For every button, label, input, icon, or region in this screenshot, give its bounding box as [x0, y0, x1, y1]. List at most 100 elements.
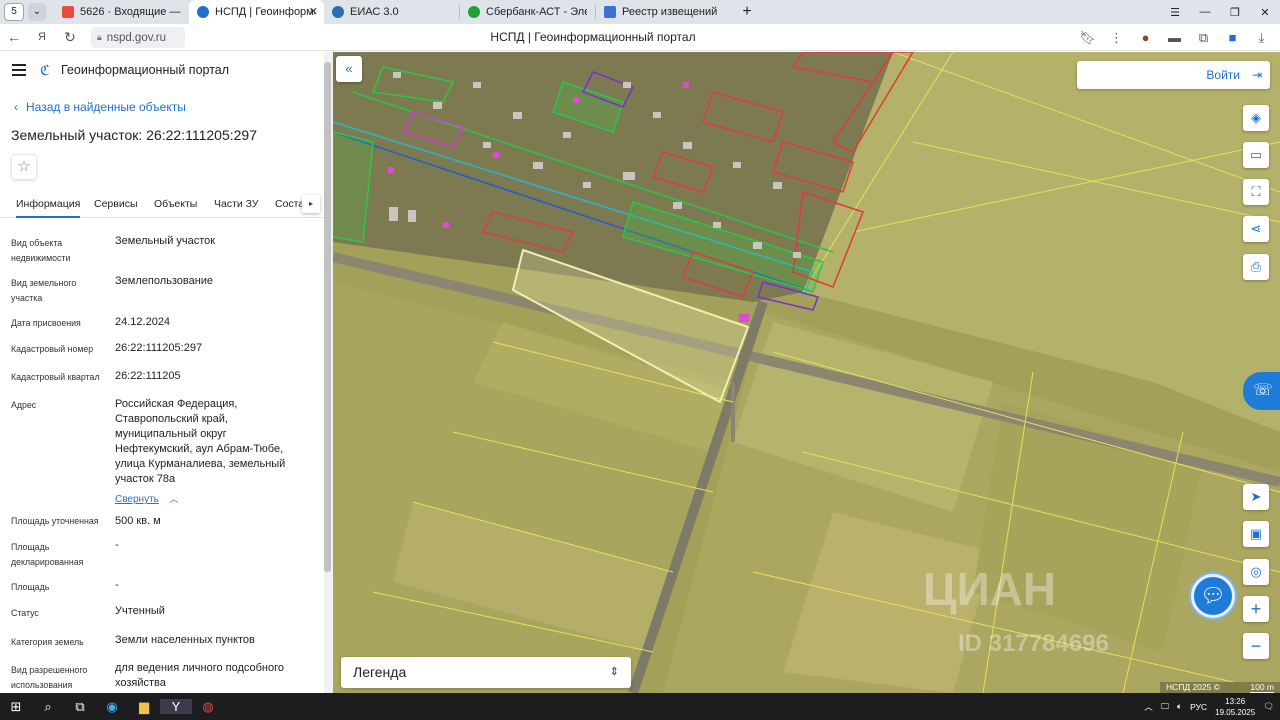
zoom-out-button[interactable]: − [1243, 633, 1269, 659]
tab-label: НСПД | Геоинформационный [215, 6, 315, 18]
measure-button[interactable]: ▭ [1243, 142, 1269, 168]
layers-icon: ◈ [1251, 110, 1261, 125]
clock-time: 13:26 [1225, 696, 1246, 706]
help-button[interactable]: ☏ [1243, 372, 1280, 410]
tray-chevron-icon[interactable]: ︿ [1144, 701, 1153, 713]
field-value: 26:22:111205:297 [115, 342, 203, 354]
location-pin-icon: ◎ [1250, 564, 1262, 579]
keyboard-language[interactable]: РУС [1190, 702, 1207, 712]
browser-tab-sberbank[interactable]: Сбербанк-АСТ - Электронн [460, 0, 595, 24]
clock-date: 19.05.2025 [1215, 707, 1256, 717]
map-view[interactable]: ЦИАН ID 317784696 « Войти ⇥ ◈ ▭ ⛶ ⋖ ⎙ ☏ … [333, 52, 1280, 693]
mail-icon [62, 6, 74, 18]
chat-button[interactable]: 💬︎ [1191, 574, 1235, 618]
download-icon[interactable]: ⤓ [1247, 27, 1276, 48]
field-value: для ведения личного подсобного хозяйства [115, 662, 285, 689]
extension-hat-icon[interactable]: ▬ [1160, 27, 1189, 48]
more-icon[interactable]: ⋮ [1102, 27, 1131, 48]
restore-icon[interactable]: ❐ [1220, 6, 1250, 19]
watermark-id-text: ID 317784696 [958, 630, 1109, 657]
legend-panel[interactable]: Легенда ⇕ [341, 657, 631, 688]
clock[interactable]: 13:26 19.05.2025 [1215, 696, 1255, 718]
tab-composition[interactable]: Соста [275, 198, 304, 210]
browser-menu-icon[interactable]: ☰ [1160, 6, 1190, 19]
object-tabs: Информация Сервисы Объекты Части ЗУ Сост… [0, 190, 324, 218]
tab-land-parts[interactable]: Части ЗУ [214, 198, 259, 210]
login-button[interactable]: Войти ⇥ [1077, 61, 1270, 89]
extension-badge-icon[interactable]: ■ [1218, 27, 1247, 48]
minimap-button[interactable]: ▣ [1243, 521, 1269, 547]
extension-icon[interactable]: ● [1131, 27, 1160, 48]
browser-tab-bar: 5 ⌄ 5626 · Входящие — Яндекс НСПД | Геои… [0, 0, 1280, 24]
notifications-icon[interactable]: 🗨︎ [1263, 701, 1274, 712]
tab-label: ЕИАС 3.0 [350, 6, 399, 18]
file-explorer-icon[interactable]: ▆ [128, 699, 160, 715]
back-to-results-link[interactable]: ‹ Назад в найденные объекты [14, 100, 186, 114]
browser-tab-registry[interactable]: Реестр извещений [596, 0, 731, 24]
portal-header: ℭ Геоинформационный портал [0, 52, 324, 88]
legend-label: Легенда [353, 664, 407, 680]
ruler-icon: ▭ [1249, 147, 1263, 162]
share-button[interactable]: ⋖ [1243, 216, 1269, 242]
double-chevron-left-icon: « [345, 61, 353, 76]
object-info-panel: ℭ Геоинформационный портал ‹ Назад в найд… [0, 52, 333, 693]
select-area-icon: ⛶ [1251, 184, 1261, 199]
field-label: Кадастровый квартал [11, 372, 100, 382]
minimize-icon[interactable]: — [1190, 6, 1220, 18]
minimap-icon: ▣ [1249, 526, 1263, 541]
field-label: Кадастровый номер [11, 344, 94, 354]
location-button[interactable]: ◎ [1243, 559, 1269, 585]
field-label: Площадь уточненная [11, 516, 99, 526]
chat-bubble-icon: 💬︎ [1200, 585, 1226, 607]
windows-taskbar: ⊞ ⌕ ⧉ ◉ ▆ Y ◍ ︿ 🖵︎ 🔈︎ РУС 13:26 19.05.20… [0, 693, 1280, 720]
app-icon[interactable]: ◍ [192, 699, 224, 715]
browser-tab-nspd[interactable]: НСПД | Геоинформационный ✕ [189, 0, 324, 24]
network-icon[interactable]: 🖵︎ [1161, 701, 1169, 712]
edge-icon[interactable]: ◉ [96, 699, 128, 715]
tab-information[interactable]: Информация [16, 198, 81, 218]
collapse-panel-button[interactable]: « [336, 56, 362, 82]
new-tab-button[interactable]: + [737, 3, 757, 21]
geolocate-button[interactable]: ➤ [1243, 484, 1269, 510]
windows-start-icon[interactable]: ⊞ [0, 699, 32, 715]
field-label: Категория земель [11, 637, 84, 647]
field-label: Адрес [11, 400, 37, 410]
browser-tab-mail[interactable]: 5626 · Входящие — Яндекс [54, 0, 189, 24]
layers-button[interactable]: ◈ [1243, 105, 1269, 131]
chevron-up-icon: ︿ [169, 494, 179, 504]
back-link-label: Назад в найденные объекты [26, 100, 186, 114]
field-value: Земли населенных пунктов [115, 634, 255, 646]
tab-services[interactable]: Сервисы [94, 198, 138, 210]
collapse-link[interactable]: Свернуть ︿ [115, 489, 178, 507]
print-button[interactable]: ⎙ [1243, 254, 1269, 280]
close-window-icon[interactable]: ✕ [1250, 6, 1280, 19]
field-value: Землепользование [115, 275, 214, 287]
tabs-scroll-right-icon[interactable]: ▸ [302, 195, 320, 213]
bookmark-icon[interactable]: 🔖︎ [1073, 27, 1102, 48]
field-value: - [115, 579, 119, 591]
browser-tab-eias[interactable]: ЕИАС 3.0 [324, 0, 459, 24]
tab-label: Реестр извещений [622, 6, 718, 18]
task-view-icon[interactable]: ⧉ [64, 699, 96, 715]
login-label: Войти [1206, 68, 1240, 82]
tab-list-chevron-icon[interactable]: ⌄ [28, 3, 46, 21]
field-label: Вид земельного участка [11, 278, 77, 303]
close-tab-icon[interactable]: ✕ [309, 5, 318, 18]
field-value: - [115, 539, 119, 551]
search-icon[interactable]: ⌕ [32, 699, 64, 715]
nspd-favicon-icon [197, 6, 209, 18]
map-footer: НСПД 2025 © 100 m [1159, 682, 1280, 693]
zoom-in-button[interactable]: + [1243, 596, 1269, 622]
hamburger-menu-icon[interactable] [12, 61, 26, 79]
page-title: НСПД | Геоинформационный портал [490, 30, 696, 44]
collections-icon[interactable]: ⧉ [1189, 27, 1218, 48]
volume-icon[interactable]: 🔈︎ [1177, 701, 1182, 712]
plus-icon: + [1250, 599, 1262, 619]
tab-objects[interactable]: Объекты [154, 198, 197, 210]
favorite-star-icon[interactable]: ☆ [11, 154, 37, 180]
sidebar-scrollbar-thumb[interactable] [324, 62, 331, 572]
yandex-browser-icon[interactable]: Y [160, 699, 192, 714]
field-value: Земельный участок [115, 235, 216, 247]
tab-count-badge[interactable]: 5 [4, 3, 24, 21]
select-area-button[interactable]: ⛶ [1243, 179, 1269, 205]
